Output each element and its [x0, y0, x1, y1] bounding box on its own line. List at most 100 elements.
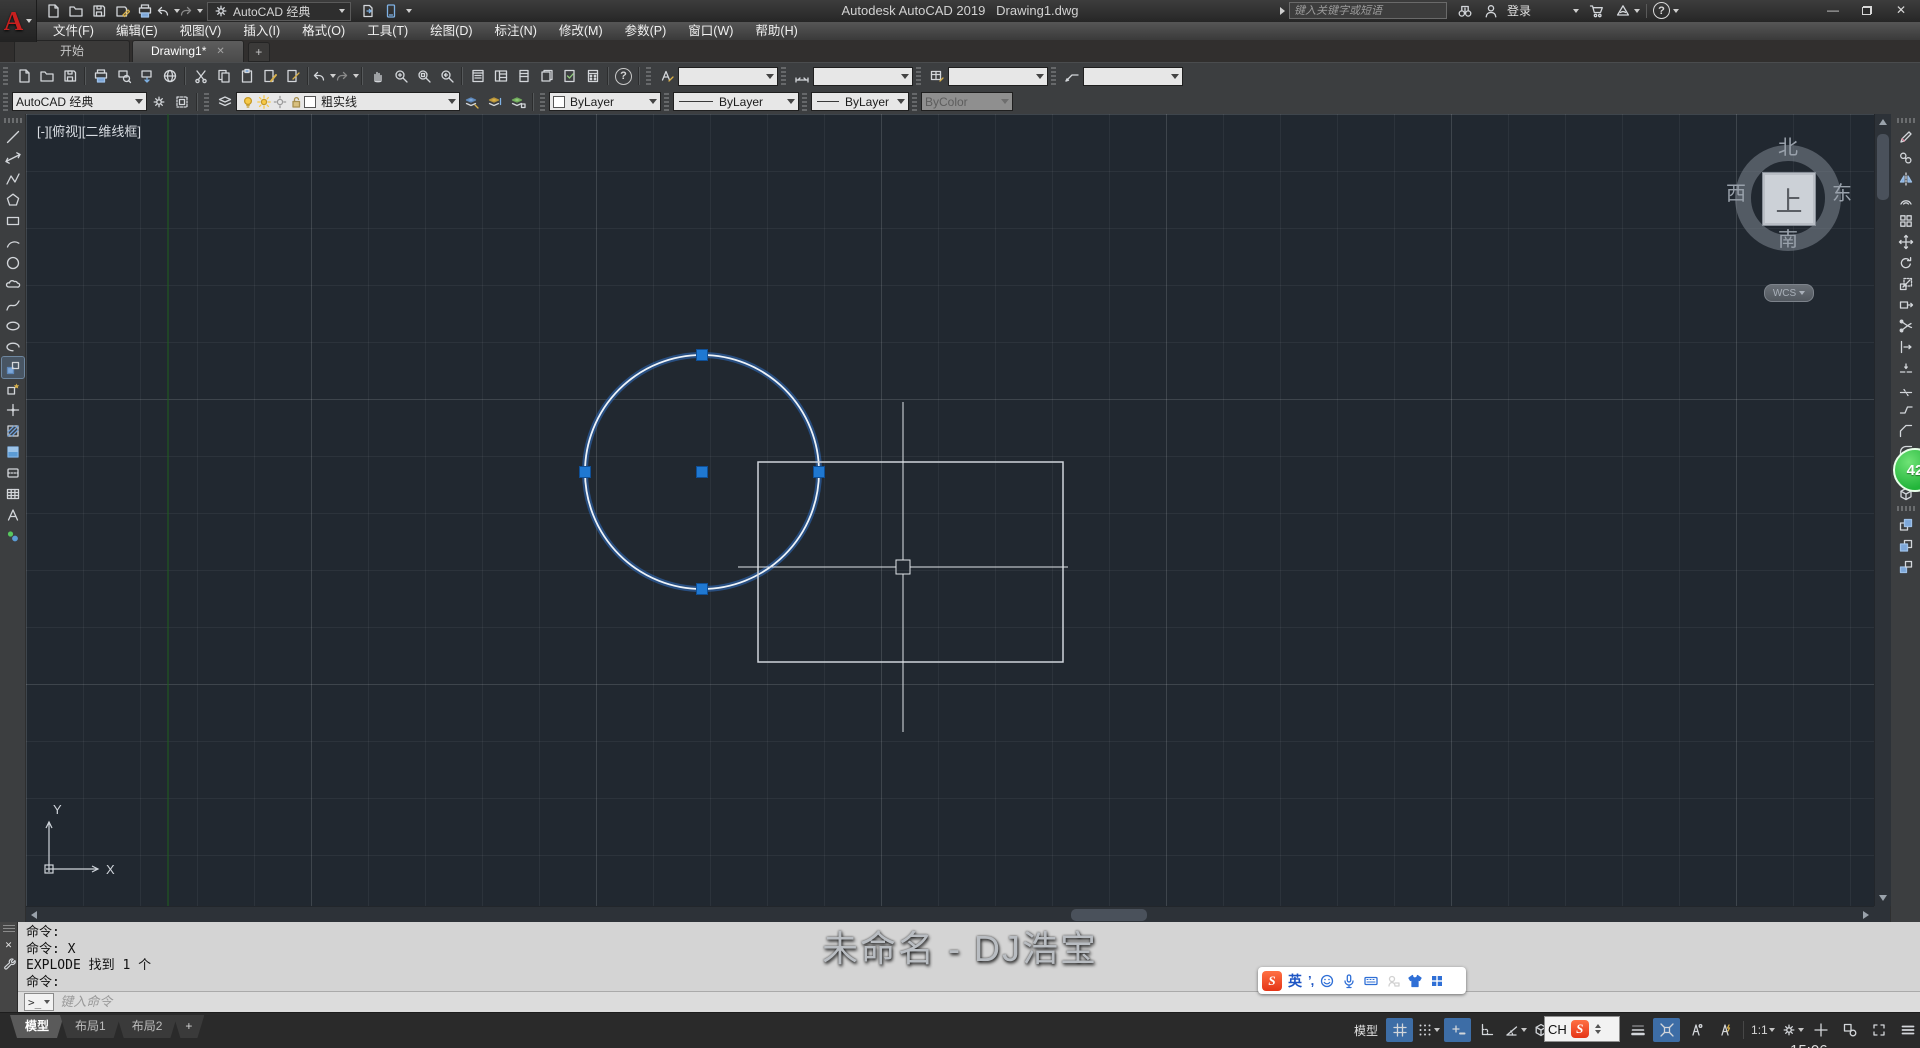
make-layer-current-button[interactable] [460, 91, 483, 113]
text-style-combo[interactable] [678, 67, 778, 86]
viewport-controls[interactable]: [-][俯视][二维线框] [37, 121, 141, 140]
toolbar-grip[interactable] [1897, 118, 1915, 123]
viewcube-top-face[interactable]: 上 [1762, 172, 1816, 226]
horizontal-scrollbar[interactable] [26, 906, 1874, 923]
help-caret-icon[interactable] [1673, 9, 1679, 13]
plot-button[interactable] [134, 1, 155, 21]
object-color-combo[interactable]: ByLayer [549, 92, 661, 111]
toolbar-grip[interactable] [4, 118, 22, 123]
command-panel-grip[interactable]: ✕ [0, 922, 18, 1012]
open-button-std[interactable] [35, 65, 58, 87]
sheet-set-button[interactable] [535, 65, 558, 87]
trim-button[interactable] [1895, 315, 1917, 336]
zoom-previous-button[interactable] [435, 65, 458, 87]
user-icon[interactable] [1483, 3, 1499, 19]
properties-palette-button[interactable] [466, 65, 489, 87]
array-button[interactable] [1895, 210, 1917, 231]
quickcalc-button[interactable] [581, 65, 604, 87]
menu-view[interactable]: 视图(V) [169, 22, 233, 40]
plus-crosshair-button[interactable] [1808, 1018, 1835, 1042]
selection-grips[interactable] [580, 350, 825, 595]
menu-file[interactable]: 文件(F) [42, 22, 105, 40]
draw-order-back-button[interactable] [1895, 535, 1917, 556]
toolbar-grip[interactable] [646, 67, 651, 85]
toolbar-grip[interactable] [916, 67, 921, 85]
menu-dimension[interactable]: 标注(N) [484, 22, 548, 40]
plot-preview-button[interactable] [112, 65, 135, 87]
extend-button[interactable] [1895, 336, 1917, 357]
scale-button[interactable] [1895, 273, 1917, 294]
polygon-button[interactable] [2, 189, 24, 210]
copy-button[interactable] [1895, 147, 1917, 168]
language-bar-spinner[interactable] [1595, 1024, 1601, 1034]
emoji-icon[interactable] [1319, 973, 1335, 989]
tab-model[interactable]: 模型 [10, 1015, 64, 1038]
sogou-logo-icon[interactable]: S [1571, 1020, 1589, 1038]
snap-toggle[interactable] [1415, 1018, 1442, 1042]
menu-tools[interactable]: 工具(T) [356, 22, 419, 40]
store-cart-icon[interactable] [1589, 3, 1605, 19]
ortho-toggle[interactable] [1473, 1018, 1500, 1042]
infocenter-expand-icon[interactable] [1280, 7, 1285, 15]
line-button[interactable] [2, 126, 24, 147]
point-button[interactable] [2, 399, 24, 420]
sogou-logo-icon[interactable]: S [1262, 971, 1282, 991]
layer-states-button[interactable] [506, 91, 529, 113]
annotation-visibility-toggle[interactable] [1682, 1018, 1709, 1042]
wcs-menu[interactable]: WCS [1764, 284, 1814, 302]
menu-draw[interactable]: 绘图(D) [419, 22, 483, 40]
qat-extra-1-button[interactable] [357, 1, 378, 21]
make-block-button[interactable] [2, 378, 24, 399]
construction-line-button[interactable] [2, 147, 24, 168]
text-style-button[interactable] [655, 65, 678, 87]
toolbar-grip[interactable] [1051, 67, 1056, 85]
autoscale-toggle[interactable] [1711, 1018, 1738, 1042]
polar-caret-icon[interactable] [1521, 1028, 1527, 1032]
skin-icon[interactable] [1407, 973, 1423, 989]
polar-tracking-toggle[interactable] [1502, 1018, 1529, 1042]
tab-layout1[interactable]: 布局1 [60, 1015, 121, 1038]
rectangle-button[interactable] [2, 210, 24, 231]
wrench-icon[interactable] [1, 957, 17, 973]
workspace-combo[interactable]: AutoCAD 经典 [12, 92, 147, 111]
toolbar-grip[interactable] [664, 93, 669, 111]
paste-button[interactable] [235, 65, 258, 87]
soft-keyboard-icon[interactable] [1363, 973, 1379, 989]
drag-grip-icon[interactable] [3, 924, 15, 932]
sogou-ime-toolbar[interactable]: S 英 ’, [1258, 967, 1466, 994]
lineweight-combo[interactable]: ByLayer [811, 92, 909, 111]
workspace-gear-button[interactable] [1779, 1018, 1806, 1042]
draw-order-above-button[interactable] [1895, 556, 1917, 577]
region-button[interactable] [2, 462, 24, 483]
toolbar-grip[interactable] [540, 93, 545, 111]
model-space-button[interactable]: 模型 [1348, 1022, 1384, 1039]
publish-button[interactable] [135, 65, 158, 87]
move-button[interactable] [1895, 231, 1917, 252]
undo-button[interactable] [157, 1, 178, 21]
revcloud-button[interactable] [2, 273, 24, 294]
3ddwf-button[interactable] [158, 65, 181, 87]
toolbar-grip[interactable] [204, 93, 209, 111]
ime-mode-button[interactable]: 英 [1288, 971, 1302, 991]
annotation-scale-button[interactable]: 1:1 [1749, 1018, 1777, 1042]
object-snap-toggle[interactable] [1653, 1018, 1680, 1042]
layer-thaw-sun-icon[interactable] [256, 94, 272, 110]
help-button-std[interactable]: ? [612, 65, 635, 87]
search-binoculars-icon[interactable] [1457, 3, 1473, 19]
compass-north[interactable]: 北 [1773, 131, 1803, 160]
language-bar[interactable]: CH S [1544, 1016, 1620, 1042]
scroll-down-button[interactable] [1875, 890, 1891, 906]
lineweight-display-toggle[interactable] [1624, 1018, 1651, 1042]
toolbar-grip[interactable] [781, 67, 786, 85]
a360-icon[interactable] [1615, 3, 1631, 19]
zoom-window-button[interactable] [412, 65, 435, 87]
undo-button-std[interactable] [312, 65, 335, 87]
toolbar-grip[interactable] [912, 93, 917, 111]
a360-caret-icon[interactable] [1634, 9, 1640, 13]
customization-button[interactable] [1895, 1018, 1920, 1042]
compass-east[interactable]: 东 [1827, 177, 1857, 206]
search-input[interactable] [1289, 2, 1447, 19]
copy-clip-button[interactable] [212, 65, 235, 87]
dim-style-combo[interactable] [813, 67, 913, 86]
ellipse-arc-button[interactable] [2, 336, 24, 357]
